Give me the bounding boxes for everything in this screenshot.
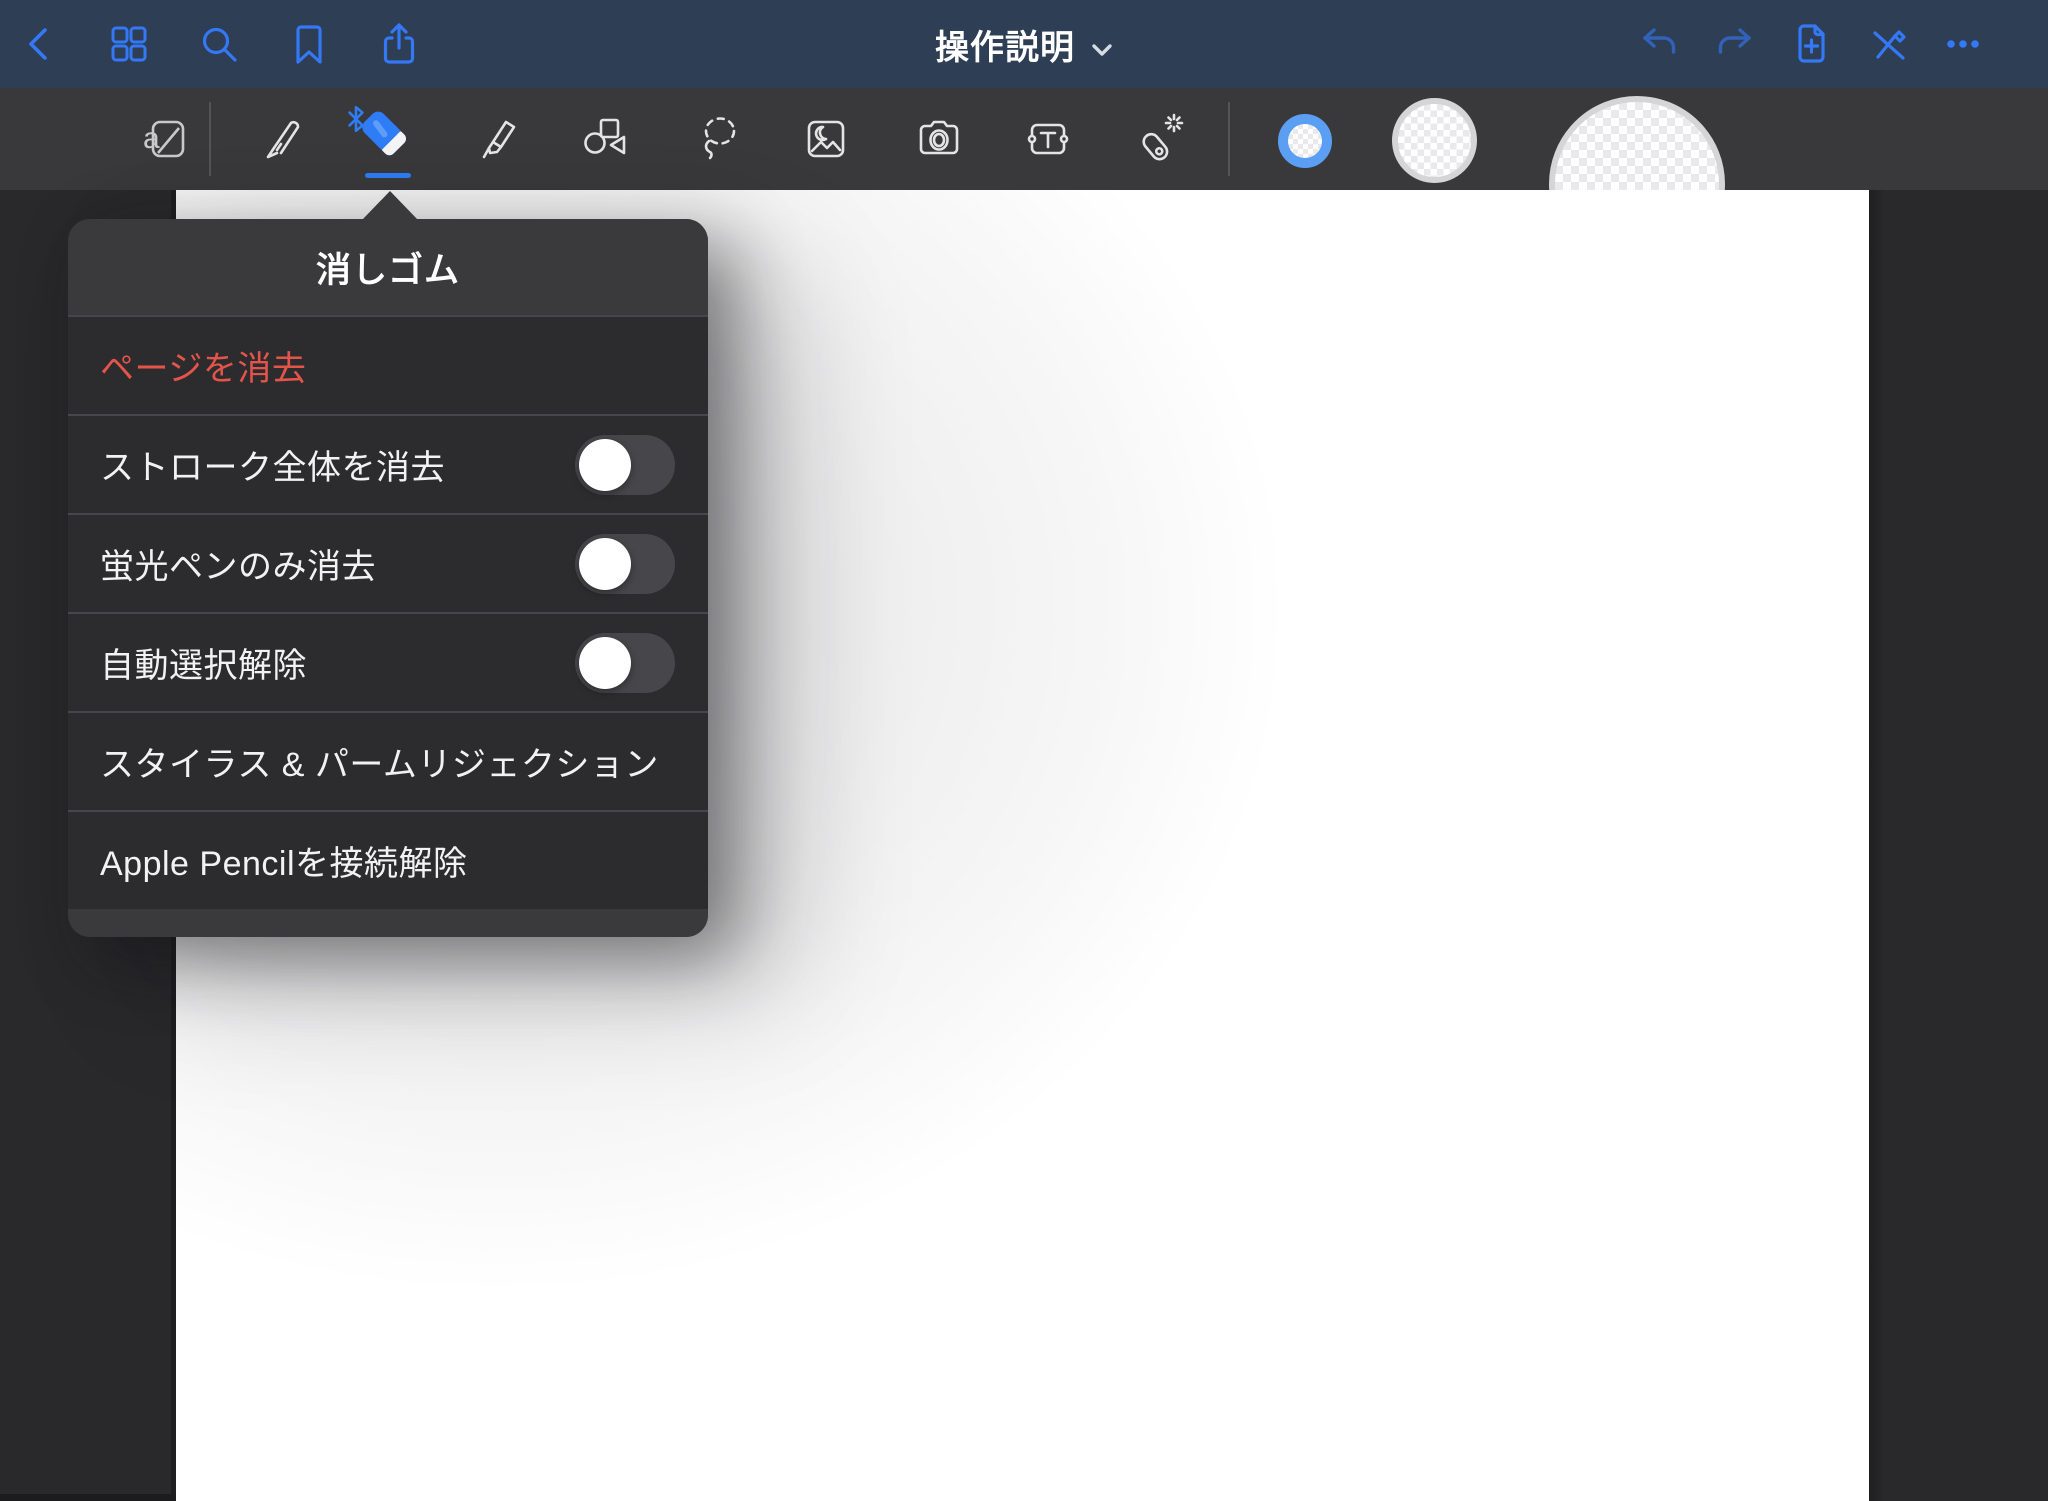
- text-tool[interactable]: [1020, 111, 1076, 167]
- undo-button[interactable]: [1636, 21, 1682, 67]
- image-icon: [799, 112, 853, 166]
- readonly-pen-button[interactable]: [1864, 21, 1910, 67]
- disconnect-apple-pencil-item[interactable]: Apple Pencilを接続解除: [68, 810, 708, 909]
- svg-text:a: a: [143, 122, 160, 155]
- redo-icon: [1713, 22, 1757, 66]
- erase-page-item[interactable]: ページを消去: [68, 315, 708, 414]
- page-template-icon: a: [138, 112, 192, 166]
- camera-icon: [912, 112, 966, 166]
- popup-header: 消しゴム: [68, 219, 708, 315]
- toggle-knob: [579, 538, 631, 590]
- tool-bar: a: [0, 88, 2048, 190]
- chevron-down-icon: [1091, 28, 1113, 67]
- highlighter-tool[interactable]: [468, 111, 524, 167]
- toolbar-separator: [209, 102, 211, 176]
- eraser-popup: 消しゴム ページを消去 ストローク全体を消去 蛍光ペンのみ消去 自動選択解除 ス…: [68, 219, 708, 937]
- erase-whole-stroke-toggle[interactable]: [575, 435, 675, 495]
- eraser-size-large[interactable]: [1549, 96, 1725, 190]
- image-tool[interactable]: [798, 111, 854, 167]
- erase-page-label: ページを消去: [100, 341, 306, 390]
- selected-tool-underline: [365, 173, 411, 178]
- undo-icon: [1637, 22, 1681, 66]
- more-icon: [1941, 22, 1985, 66]
- erase-whole-stroke-label: ストローク全体を消去: [100, 440, 445, 489]
- redo-button[interactable]: [1712, 21, 1758, 67]
- add-page-icon: [1789, 20, 1833, 68]
- lasso-icon: [694, 111, 748, 167]
- page-title: 操作説明: [935, 20, 1075, 69]
- nav-right-group: [1636, 0, 2048, 88]
- pen-tool[interactable]: [254, 111, 310, 167]
- pen-disabled-icon: [1865, 22, 1909, 66]
- auto-deselect-item: 自動選択解除: [68, 612, 708, 711]
- erase-whole-stroke-item: ストローク全体を消去: [68, 414, 708, 513]
- text-box-icon: [1020, 112, 1076, 166]
- erase-highlighter-only-label: 蛍光ペンのみ消去: [100, 539, 376, 588]
- add-page-button[interactable]: [1788, 21, 1834, 67]
- pen-icon: [255, 112, 309, 166]
- bluetooth-icon: [343, 104, 369, 134]
- disconnect-apple-pencil-label: Apple Pencilを接続解除: [100, 836, 468, 885]
- nav-bar: 操作説明: [0, 0, 2048, 88]
- laser-pointer-tool[interactable]: [1131, 111, 1187, 167]
- auto-deselect-toggle[interactable]: [575, 633, 675, 693]
- toggle-knob: [579, 439, 631, 491]
- popup-title: 消しゴム: [316, 242, 460, 293]
- toggle-knob: [579, 637, 631, 689]
- erase-highlighter-only-item: 蛍光ペンのみ消去: [68, 513, 708, 612]
- camera-tool[interactable]: [911, 111, 967, 167]
- shapes-tool[interactable]: [577, 111, 633, 167]
- stylus-palm-rejection-item[interactable]: スタイラス & パームリジェクション: [68, 711, 708, 810]
- eraser-tool[interactable]: [349, 102, 427, 180]
- lasso-tool[interactable]: [693, 111, 749, 167]
- erase-highlighter-only-toggle[interactable]: [575, 534, 675, 594]
- auto-deselect-label: 自動選択解除: [100, 638, 307, 687]
- stylus-palm-rejection-label: スタイラス & パームリジェクション: [100, 737, 659, 786]
- popup-footer: [68, 909, 708, 937]
- page-bottom-edge: [0, 1494, 176, 1501]
- eraser-size-small[interactable]: [1278, 114, 1332, 168]
- highlighter-icon: [469, 112, 523, 166]
- canvas-right-margin: [1869, 190, 2048, 1501]
- page-template-tool[interactable]: a: [137, 111, 193, 167]
- eraser-size-medium[interactable]: [1392, 98, 1477, 183]
- toolbar-separator: [1228, 102, 1230, 176]
- more-button[interactable]: [1940, 21, 1986, 67]
- shapes-icon: [577, 112, 633, 166]
- laser-pointer-icon: [1131, 111, 1187, 167]
